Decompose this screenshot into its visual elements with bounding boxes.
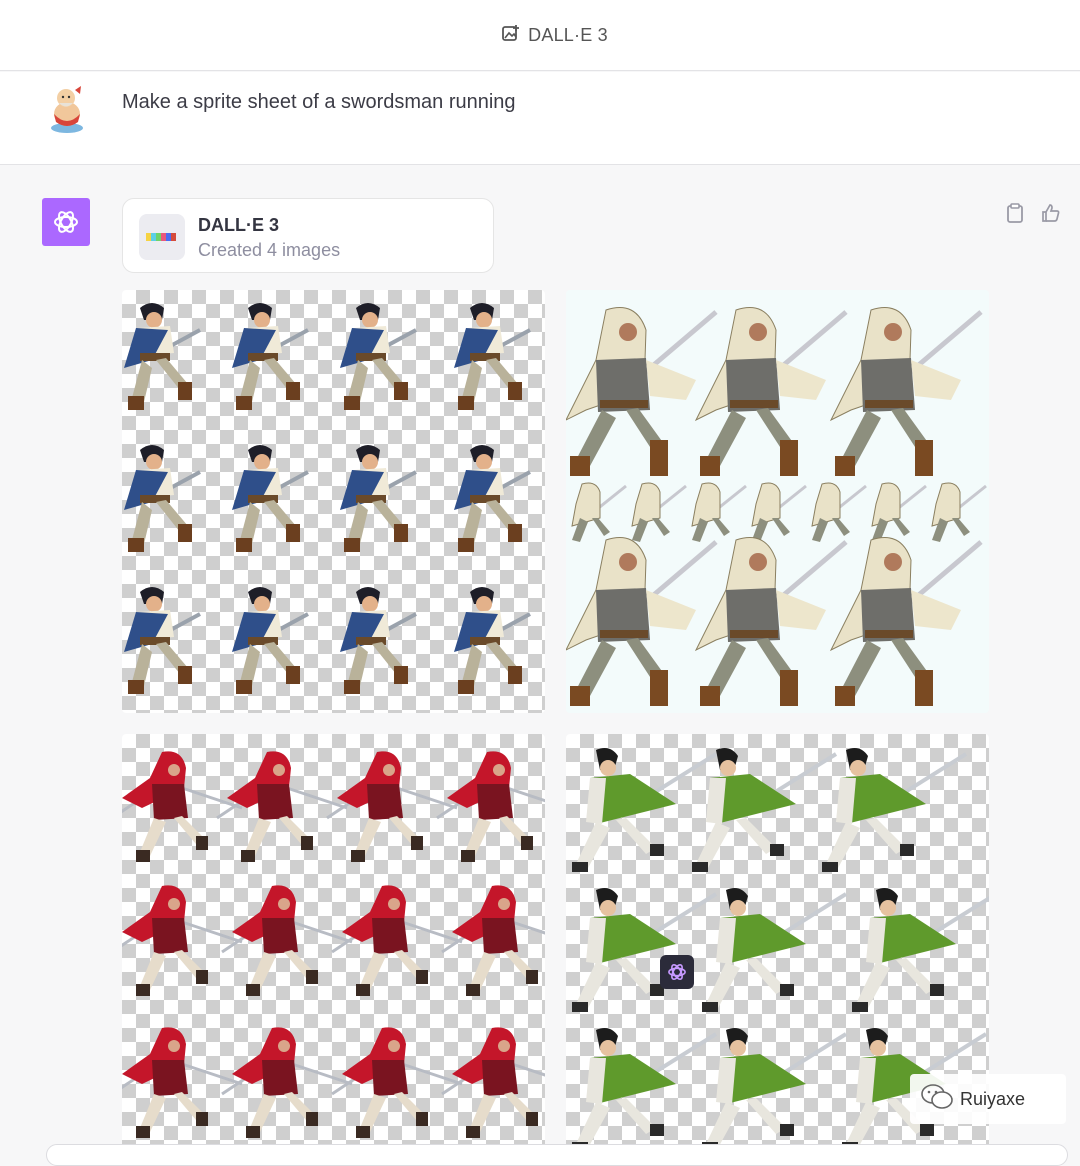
image-plus-icon bbox=[502, 24, 520, 47]
wechat-icon bbox=[920, 1083, 954, 1116]
model-title[interactable]: DALL·E 3 bbox=[502, 24, 608, 47]
tool-name: DALL·E 3 bbox=[198, 215, 279, 235]
hooded-assassin-sprites bbox=[566, 290, 988, 713]
user-message-row: Make a sprite sheet of a swordsman runni… bbox=[0, 72, 1080, 165]
thumbs-up-icon[interactable] bbox=[1040, 202, 1062, 224]
message-actions bbox=[1004, 202, 1062, 224]
message-input[interactable] bbox=[46, 1144, 1068, 1166]
user-message-text: Make a sprite sheet of a swordsman runni… bbox=[122, 91, 516, 113]
red-hood-sprites bbox=[122, 749, 545, 1140]
user-figurine-avatar bbox=[45, 84, 89, 134]
openai-badge-icon bbox=[660, 955, 694, 989]
assistant-message-row: DALL·E 3 Created 4 images Ruiyaxe bbox=[0, 166, 1080, 1166]
watermark-text: Ruiyaxe bbox=[960, 1088, 1026, 1109]
dalle-palette-icon bbox=[139, 214, 185, 260]
openai-logo-icon bbox=[42, 198, 90, 246]
generated-image-3[interactable] bbox=[122, 734, 545, 1157]
top-bar: DALL·E 3 bbox=[0, 0, 1080, 71]
watermark: Ruiyaxe bbox=[910, 1074, 1066, 1124]
dalle-tool-card[interactable]: DALL·E 3 Created 4 images bbox=[122, 198, 494, 273]
generated-image-2[interactable] bbox=[566, 290, 989, 713]
blue-swordsman-sprites bbox=[122, 301, 532, 696]
clipboard-icon[interactable] bbox=[1004, 202, 1026, 224]
model-title-text: DALL·E 3 bbox=[528, 24, 608, 45]
generated-image-1[interactable] bbox=[122, 290, 545, 713]
tool-status: Created 4 images bbox=[198, 240, 341, 260]
